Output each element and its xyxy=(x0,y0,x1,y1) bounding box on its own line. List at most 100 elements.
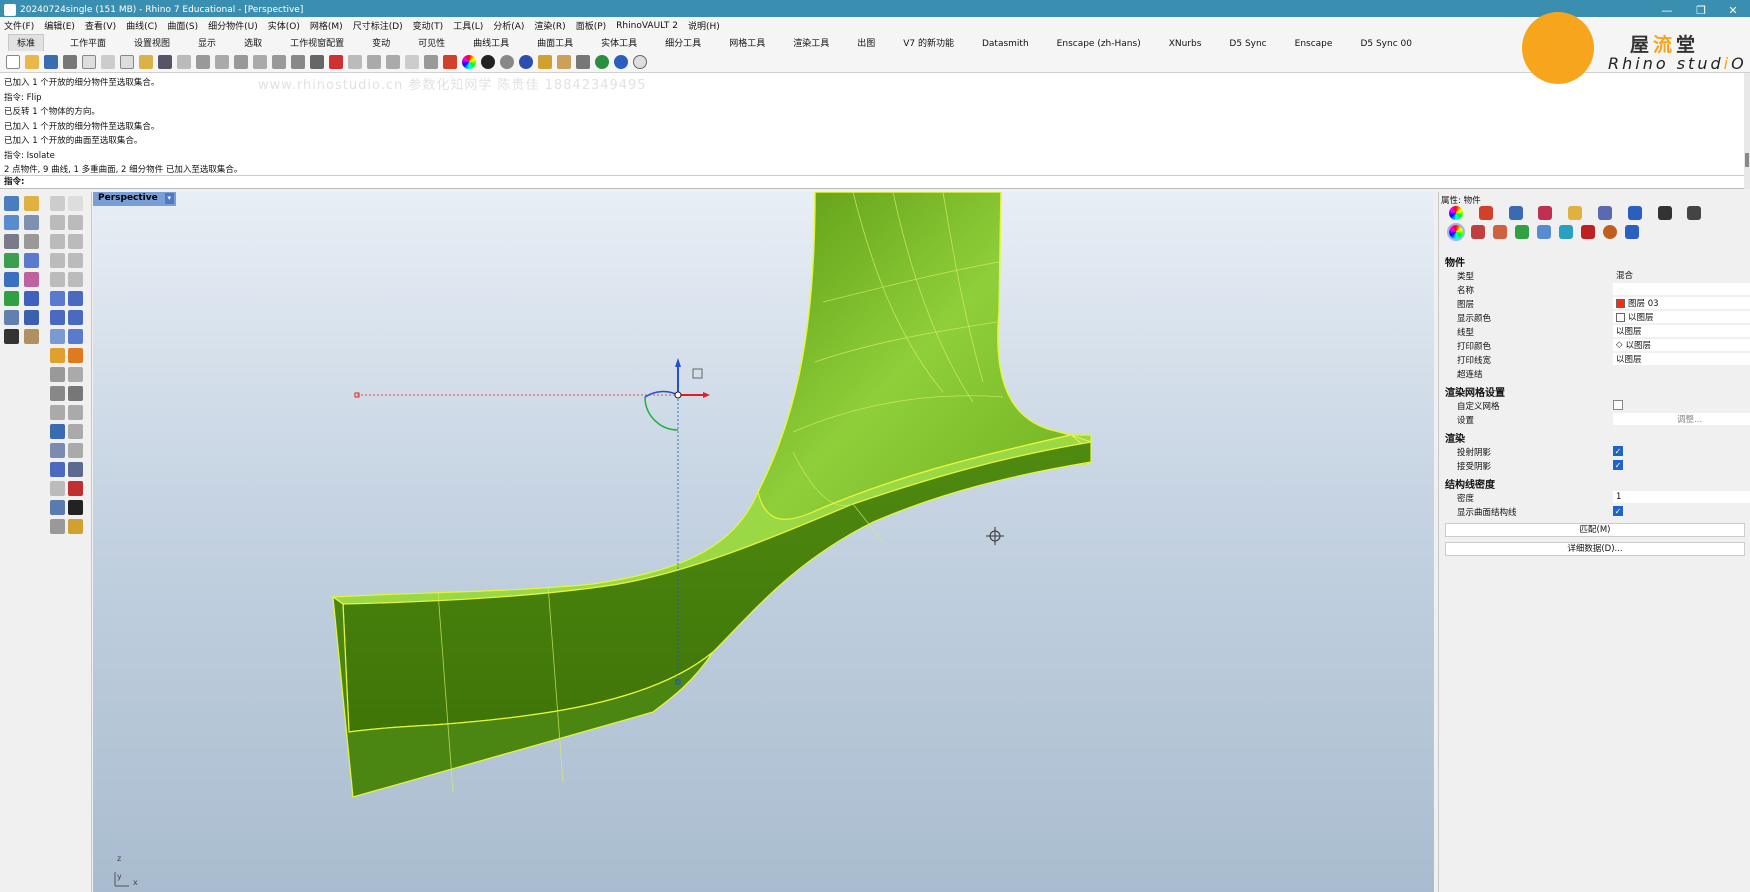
new-file-icon[interactable] xyxy=(6,54,20,69)
camera-icon[interactable] xyxy=(348,54,362,69)
polyline-icon[interactable] xyxy=(50,215,65,230)
fillet-icon[interactable] xyxy=(50,405,65,420)
print-width-dropdown[interactable]: 以图层⌄ xyxy=(1613,353,1750,365)
analyze-icon[interactable] xyxy=(68,481,83,496)
libraries-icon[interactable] xyxy=(1568,206,1583,220)
material-sphere-icon[interactable] xyxy=(519,54,533,69)
tab-render-tools[interactable]: 渲染工具 xyxy=(791,36,831,51)
rotate-view-icon[interactable] xyxy=(196,54,210,69)
tool-sidebar-icon[interactable] xyxy=(4,253,19,268)
menu-dimension[interactable]: 尺寸标注(D) xyxy=(353,19,403,32)
point-icon[interactable] xyxy=(68,196,83,211)
zoom-window-icon[interactable] xyxy=(234,54,248,69)
lock-icon[interactable] xyxy=(424,54,438,69)
tab-subd-tools[interactable]: 细分工具 xyxy=(663,36,703,51)
menu-analyze[interactable]: 分析(A) xyxy=(493,19,524,32)
render-sphere-icon[interactable] xyxy=(500,54,514,69)
name-field[interactable] xyxy=(1613,283,1750,295)
text-icon[interactable] xyxy=(50,424,65,439)
light-bulb-icon[interactable] xyxy=(405,54,419,69)
tool-sidebar-icon[interactable] xyxy=(24,215,39,230)
tab-drafting[interactable]: 出图 xyxy=(855,36,877,51)
materials-icon[interactable] xyxy=(1538,206,1553,220)
receive-shadow-checkbox[interactable]: ✓ xyxy=(1613,460,1623,470)
move-icon[interactable] xyxy=(68,424,83,439)
select-points-icon[interactable] xyxy=(386,54,400,69)
custom-mesh-checkbox[interactable] xyxy=(1613,400,1623,410)
fillet-curve-icon[interactable] xyxy=(68,272,83,287)
tab-curve-tools[interactable]: 曲线工具 xyxy=(471,36,511,51)
show-isocurves-checkbox[interactable]: ✓ xyxy=(1613,506,1623,516)
dimension-icon[interactable] xyxy=(50,367,65,382)
object-tab-icon[interactable] xyxy=(1447,223,1465,241)
tool-sidebar-icon[interactable] xyxy=(24,329,39,344)
menu-curve[interactable]: 曲线(C) xyxy=(126,19,157,32)
extrude-icon[interactable] xyxy=(68,291,83,306)
zoom-extents-icon[interactable] xyxy=(253,54,267,69)
render-box-icon[interactable] xyxy=(50,462,65,477)
copy-icon[interactable] xyxy=(120,54,134,69)
gumball-menu-icon[interactable] xyxy=(692,368,703,379)
paste-icon[interactable] xyxy=(139,54,153,69)
texture-tab-icon[interactable] xyxy=(1493,225,1507,239)
rendering-icon[interactable] xyxy=(1657,206,1672,220)
box-icon[interactable] xyxy=(50,310,65,325)
menu-rhinovault[interactable]: RhinoVAULT 2 xyxy=(616,21,678,31)
density-input[interactable]: 1 xyxy=(1613,491,1750,503)
command-prompt[interactable]: 指令: xyxy=(0,176,1744,189)
display-color-dropdown[interactable]: 以图层⌄ xyxy=(1613,311,1750,323)
viewport-title[interactable]: Perspective ▾ xyxy=(93,192,176,206)
tab-display[interactable]: 显示 xyxy=(196,36,218,51)
menu-view[interactable]: 查看(V) xyxy=(85,19,116,32)
render-globe-icon[interactable] xyxy=(595,54,609,69)
menu-panels[interactable]: 面板(P) xyxy=(576,19,606,32)
shade-icon[interactable] xyxy=(68,519,83,534)
undo-icon[interactable] xyxy=(158,54,172,69)
menu-file[interactable]: 文件(F) xyxy=(4,19,34,32)
group-icon[interactable] xyxy=(50,519,65,534)
tool-sidebar-icon[interactable] xyxy=(4,196,19,211)
tool-sidebar-icon[interactable] xyxy=(24,310,39,325)
help-icon[interactable] xyxy=(614,54,628,69)
array-icon[interactable] xyxy=(50,443,65,458)
tab-new-in-v7[interactable]: V7 的新功能 xyxy=(901,36,956,51)
explode-icon[interactable] xyxy=(68,386,83,401)
tool-sidebar-icon[interactable] xyxy=(24,253,39,268)
shaded-sphere-icon[interactable] xyxy=(481,54,495,69)
tab-select[interactable]: 选取 xyxy=(242,36,264,51)
loft-icon[interactable] xyxy=(68,329,83,344)
arc-icon[interactable] xyxy=(50,253,65,268)
zoom-icon[interactable] xyxy=(215,54,229,69)
menu-mesh[interactable]: 网格(M) xyxy=(310,19,343,32)
save-icon[interactable] xyxy=(44,54,58,69)
ring-icon[interactable] xyxy=(633,54,647,69)
tab-d5-sync[interactable]: D5 Sync xyxy=(1227,39,1268,51)
tool-sidebar-icon[interactable] xyxy=(4,234,19,249)
mesh-adjust-button[interactable]: 调整... xyxy=(1613,413,1750,425)
tab-enscape[interactable]: Enscape xyxy=(1293,39,1335,51)
details-button[interactable]: 详细数据(D)... xyxy=(1445,542,1745,556)
distance-icon[interactable] xyxy=(367,54,381,69)
grasshopper-icon[interactable] xyxy=(538,54,552,69)
cast-shadow-checkbox[interactable]: ✓ xyxy=(1613,446,1623,456)
displacement-tab-icon[interactable] xyxy=(1603,225,1617,239)
material-tab-icon[interactable] xyxy=(1471,225,1485,239)
menu-surface[interactable]: 曲面(S) xyxy=(167,19,198,32)
offset-icon[interactable] xyxy=(68,405,83,420)
undo-view-icon[interactable] xyxy=(291,54,305,69)
cut-icon[interactable] xyxy=(101,54,115,69)
split-icon[interactable] xyxy=(68,367,83,382)
menu-transform[interactable]: 变动(T) xyxy=(413,19,444,32)
tab-solid-tools[interactable]: 实体工具 xyxy=(599,36,639,51)
linetype-dropdown[interactable]: 以图层⌄ xyxy=(1613,325,1750,337)
menu-solid[interactable]: 实体(O) xyxy=(268,19,300,32)
tab-set-view[interactable]: 设置视图 xyxy=(132,36,172,51)
scale-icon[interactable] xyxy=(68,443,83,458)
sphere-icon[interactable] xyxy=(68,310,83,325)
four-viewports-icon[interactable] xyxy=(310,54,324,69)
sweep-icon[interactable] xyxy=(68,348,83,363)
color-wheel-icon[interactable] xyxy=(462,54,476,69)
tool-sidebar-icon[interactable] xyxy=(24,291,39,306)
zoom-selected-icon[interactable] xyxy=(272,54,286,69)
cplane-icon[interactable] xyxy=(329,54,343,69)
